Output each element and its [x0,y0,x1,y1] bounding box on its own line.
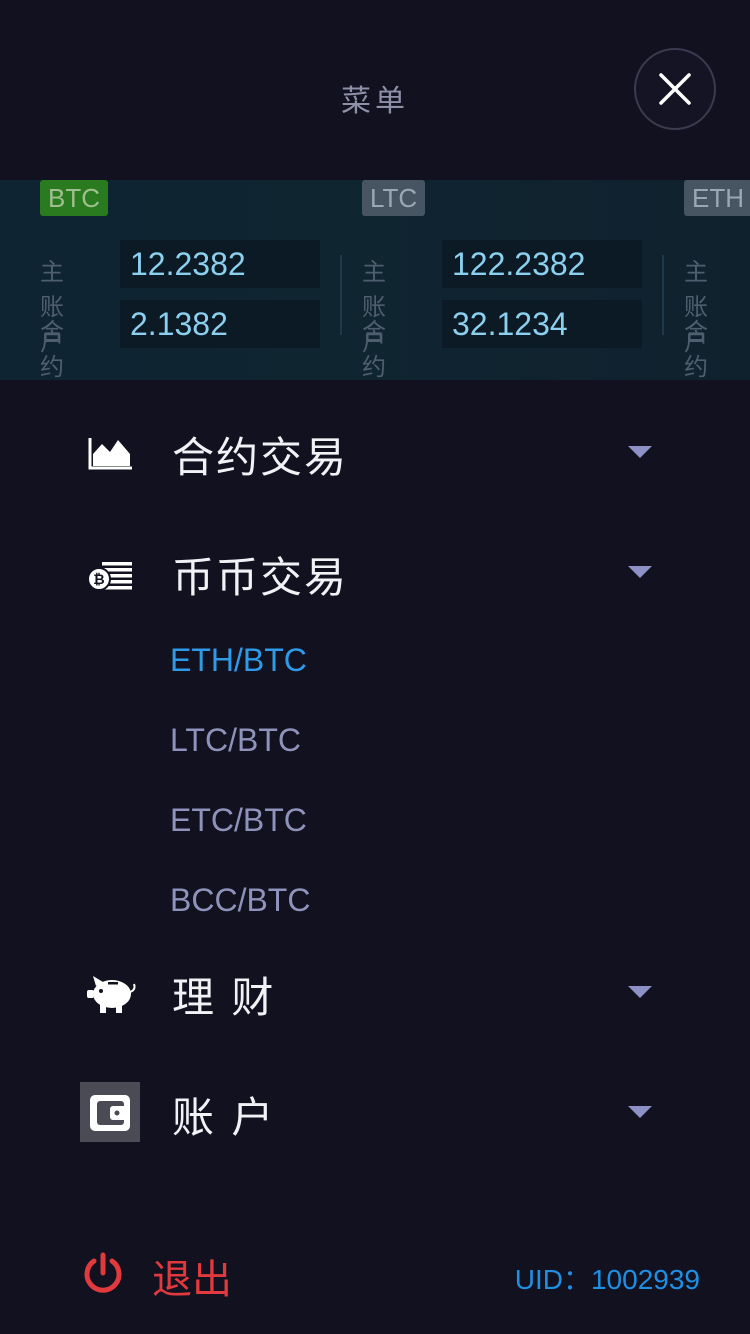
menu-label: 合约交易 [172,433,349,482]
divider [340,255,342,335]
menu-item-contract-trading[interactable]: 合约交易 [80,412,670,492]
menu-label: 币币交易 [172,553,349,602]
main-account-value: 122.2382 [442,240,642,288]
area-chart-icon [88,438,132,470]
menu-label: 理 财 [172,973,276,1022]
submenu-item-ltc-btc[interactable]: LTC/BTC [170,722,301,759]
contract-label: 合约 [362,318,386,380]
svg-text:₿: ₿ [93,572,104,588]
bitcoin-coins-icon: ₿ [87,562,132,591]
contract-value: 32.1234 [442,300,642,348]
contract-label: 合约 [684,318,708,380]
main-account-value: 12.2382 [120,240,320,288]
chevron-down-icon [628,986,652,998]
coin-tag: BTC [40,180,108,216]
menu-item-finance[interactable]: 理 财 [80,952,670,1032]
close-button[interactable] [634,48,716,130]
divider [662,255,664,335]
power-icon [84,1252,122,1293]
piggy-bank-icon [87,976,136,1013]
logout-label: 退出 [152,1257,232,1303]
contract-label: 合约 [40,318,64,380]
user-id: UID：1002939 [514,1264,700,1295]
coin-tag: ETH [684,180,750,216]
close-icon [659,73,691,105]
submenu-item-bcc-btc[interactable]: BCC/BTC [170,882,310,919]
contract-value: 2.1382 [120,300,320,348]
chevron-down-icon [628,1106,652,1118]
chevron-down-icon [628,446,652,458]
coin-tag: LTC [362,180,426,216]
logout-button[interactable]: 退出 [80,1245,280,1305]
menu-label: 账 户 [172,1093,276,1142]
submenu-item-eth-btc[interactable]: ETH/BTC [170,642,307,679]
chevron-down-icon [628,566,652,578]
wallet-icon [80,1082,140,1142]
submenu-item-etc-btc[interactable]: ETC/BTC [170,802,307,839]
menu-item-account[interactable]: 账 户 [80,1072,670,1152]
balance-strip[interactable]: BTC 主账户 12.2382 合约 2.1382 LTC 主账户 122.23… [0,180,750,380]
menu-item-coin-trading[interactable]: ₿ 币币交易 [80,532,670,612]
